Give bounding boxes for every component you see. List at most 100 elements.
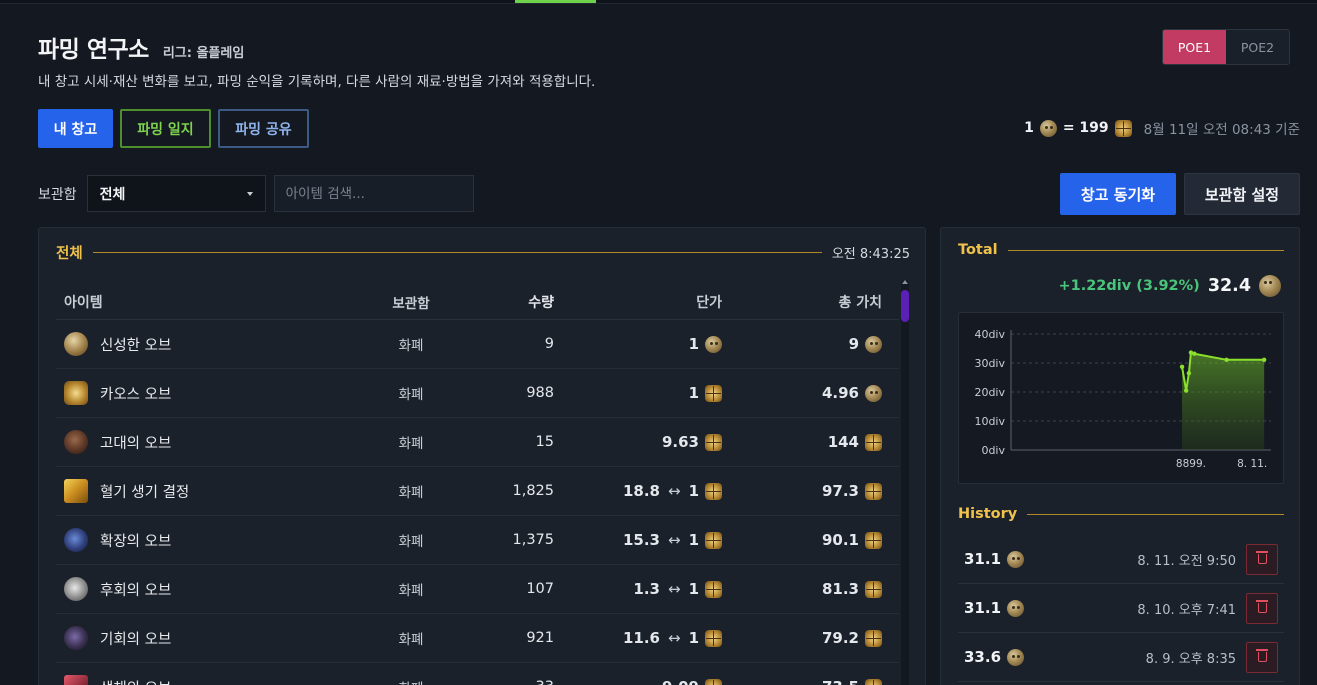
delete-history-button[interactable] <box>1246 592 1278 624</box>
tab-farming-log[interactable]: 파밍 일지 <box>120 109 211 148</box>
ancient-orb-icon <box>64 430 88 454</box>
stash-select[interactable]: 전체 <box>86 175 266 212</box>
total-value: 4.96 <box>821 384 859 402</box>
unit-price-left: 11.6 <box>622 629 660 647</box>
delete-history-button[interactable] <box>1246 641 1278 673</box>
divine-orb-icon <box>1259 275 1281 297</box>
delete-history-button[interactable] <box>1246 543 1278 575</box>
active-nav-indicator <box>515 0 596 3</box>
tab-farming-share[interactable]: 파밍 공유 <box>218 109 309 148</box>
quantity-cell: 107 <box>526 581 554 597</box>
history-item: 31.1 8. 11. 오전 9:50 <box>958 535 1284 584</box>
history-list: 31.1 8. 11. 오전 9:50 31.1 8. 10. 오후 7:41 … <box>958 535 1284 682</box>
unit-price-left: 9.63 <box>661 433 699 451</box>
trash-icon <box>1255 600 1268 613</box>
series-area <box>1182 352 1265 450</box>
stash-cell: 화폐 <box>398 338 424 354</box>
item-name: 색채의 오브 <box>100 677 171 685</box>
column-total-value[interactable]: 총 가치 <box>722 292 890 312</box>
poe1-button[interactable]: POE1 <box>1163 30 1226 64</box>
y-tick-label: 40div <box>974 328 1005 341</box>
scroll-up-icon[interactable] <box>902 280 908 284</box>
item-search-input[interactable] <box>273 175 474 212</box>
quantity-cell: 33 <box>456 679 554 685</box>
item-cell: 색채의 오브 <box>56 675 366 685</box>
item-name: 확장의 오브 <box>100 533 172 550</box>
y-tick-label: 0div <box>981 444 1005 457</box>
table-header: 아이템 보관함 수량 단가 총 가치 <box>56 284 899 320</box>
item-name: 후회의 오브 <box>100 582 172 599</box>
y-tick-label: 10div <box>974 415 1005 428</box>
total-chart: 40div 30div 20div 10div 0div 8899. 8. 11. <box>958 312 1284 484</box>
table-scrollbar[interactable] <box>901 280 909 685</box>
chevron-down-icon <box>246 191 253 196</box>
unit-price-cell: 9.63 <box>554 433 722 451</box>
exchange-arrow-icon: ↔ <box>667 531 681 549</box>
total-value-cell: 90.1 <box>722 531 890 549</box>
trash-icon <box>1255 649 1268 662</box>
stash-cell: 화폐 <box>366 677 456 685</box>
divine-orb-icon <box>865 335 882 353</box>
chaos-orb-icon <box>705 384 722 402</box>
game-toggle: POE1 POE2 <box>1162 29 1290 65</box>
table-row[interactable]: 혈기 생기 결정 화폐 1,825 18.8 ↔ 1 97.3 <box>56 467 899 516</box>
chaos-orb-icon <box>865 482 882 500</box>
divine-orb-icon <box>1007 599 1025 617</box>
unit-price-cell: 15.3 ↔ 1 <box>554 531 722 549</box>
data-point <box>1179 364 1185 369</box>
stash-settings-button[interactable]: 보관함 설정 <box>1184 173 1300 215</box>
unit-price-left: 9.09 <box>662 678 699 685</box>
tab-my-stash[interactable]: 내 창고 <box>38 109 113 148</box>
history-date: 8. 9. 오후 8:35 <box>1145 651 1236 667</box>
section-divider <box>1007 249 1284 251</box>
table-row[interactable]: 색채의 오브 화폐 33 9.09 73.5 <box>56 663 899 685</box>
item-name: 고대의 오브 <box>100 435 172 452</box>
chaos-orb-icon <box>705 482 722 500</box>
data-point <box>1224 357 1229 363</box>
exchange-arrow-icon: ↔ <box>667 482 681 500</box>
poe2-button[interactable]: POE2 <box>1226 30 1289 64</box>
table-row[interactable]: 확장의 오브 화폐 1,375 15.3 ↔ 1 90.1 <box>56 516 899 565</box>
table-row[interactable]: 고대의 오브 화폐 15 9.63 144 <box>56 418 899 467</box>
section-divider <box>92 252 822 253</box>
table-row[interactable]: 기회의 오브 화폐 921 11.6 ↔ 1 79.2 <box>56 614 899 663</box>
item-cell: 혈기 생기 결정 <box>56 479 366 503</box>
data-point <box>1186 370 1192 376</box>
column-item[interactable]: 아이템 <box>56 292 366 312</box>
chaos-orb-icon <box>865 678 882 685</box>
unit-price-cell: 18.8 ↔ 1 <box>554 482 722 500</box>
main-tabs: 내 창고 파밍 일지 파밍 공유 <box>38 109 309 148</box>
sync-stash-button[interactable]: 창고 동기화 <box>1060 173 1176 215</box>
history-date: 8. 10. 오후 7:41 <box>1137 602 1236 618</box>
total-value: 32.4 <box>1207 276 1251 296</box>
history-section-header: History <box>958 506 1284 522</box>
table-row[interactable]: 카오스 오브 화폐 988 1 4.96 <box>56 369 899 418</box>
unit-price-left: 18.8 <box>622 482 660 500</box>
scrollbar-thumb[interactable] <box>901 290 909 322</box>
y-tick-label: 20div <box>974 386 1005 399</box>
column-quantity[interactable]: 수량 <box>456 292 554 312</box>
league-label: 리그: 올플레임 <box>162 46 245 61</box>
unit-price-cell: 9.09 <box>554 678 722 685</box>
header: 파밍 연구소 리그: 올플레임 <box>38 30 244 64</box>
column-unit-price[interactable]: 단가 <box>554 292 722 312</box>
total-value: 90.1 <box>821 531 859 549</box>
history-value: 31.1 <box>964 599 1002 617</box>
chaos-orb-icon <box>64 381 88 405</box>
total-value-cell: 73.5 <box>722 678 890 685</box>
summary-panel: Total +1.22div (3.92%) 32.4 40div 30div 20… <box>940 227 1300 685</box>
total-value: 73.5 <box>822 678 859 685</box>
x-tick-label: 8899. <box>1176 458 1206 470</box>
item-cell: 후회의 오브 <box>56 577 366 601</box>
table-row[interactable]: 후회의 오브 화폐 107 1.3 ↔ 1 81.3 <box>56 565 899 614</box>
unit-price-cell: 1.3 ↔ 1 <box>554 580 722 598</box>
chaos-orb-icon <box>865 433 882 451</box>
total-value-cell: 144 <box>722 433 890 451</box>
total-value-cell: 9 <box>722 335 890 353</box>
column-stash[interactable]: 보관함 <box>366 292 456 312</box>
divine-orb-icon <box>1007 648 1025 666</box>
y-tick-label: 30div <box>974 357 1005 370</box>
last-updated-time: 오전 8:43:25 <box>831 247 910 262</box>
table-row[interactable]: 신성한 오브 화폐 9 1 9 <box>56 320 899 369</box>
item-cell: 고대의 오브 <box>56 430 366 454</box>
